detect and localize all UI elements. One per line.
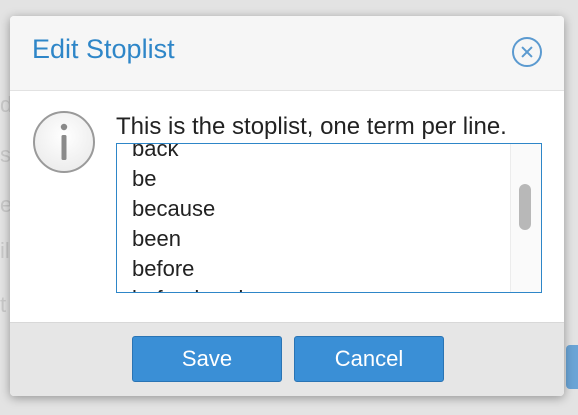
textarea-scrollbar[interactable]: [510, 144, 541, 292]
stoplist-term: beforehand: [132, 284, 243, 292]
stoplist-term: because: [132, 196, 216, 221]
edit-stoplist-dialog: Edit Stoplist This is the stoplist, one …: [10, 16, 564, 396]
close-icon[interactable]: [512, 37, 542, 67]
background-ghost-text: t: [0, 292, 7, 317]
stoplist-term: before: [132, 256, 195, 281]
dialog-header: Edit Stoplist: [10, 16, 564, 91]
background-ghost-text: s: [0, 142, 10, 167]
info-icon: [33, 111, 95, 173]
stoplist-term: back: [132, 143, 179, 161]
dialog-title: Edit Stoplist: [32, 34, 175, 64]
background-ghost-text: il: [0, 238, 10, 263]
background-ghost-text: d: [0, 92, 10, 117]
scrollbar-thumb[interactable]: [519, 184, 531, 230]
stoplist-terms: back be because been before beforehand: [132, 143, 243, 292]
background-ghost-text: e: [0, 192, 10, 217]
dialog-message: This is the stoplist, one term per line.: [116, 113, 507, 140]
background-button-edge: [566, 345, 578, 389]
stoplist-textarea[interactable]: back be because been before beforehand: [116, 143, 542, 293]
dialog-footer: Save Cancel: [10, 322, 564, 396]
cancel-button[interactable]: Cancel: [294, 336, 444, 382]
save-button[interactable]: Save: [132, 336, 282, 382]
stoplist-term: been: [132, 226, 181, 251]
stoplist-term: be: [132, 166, 157, 191]
